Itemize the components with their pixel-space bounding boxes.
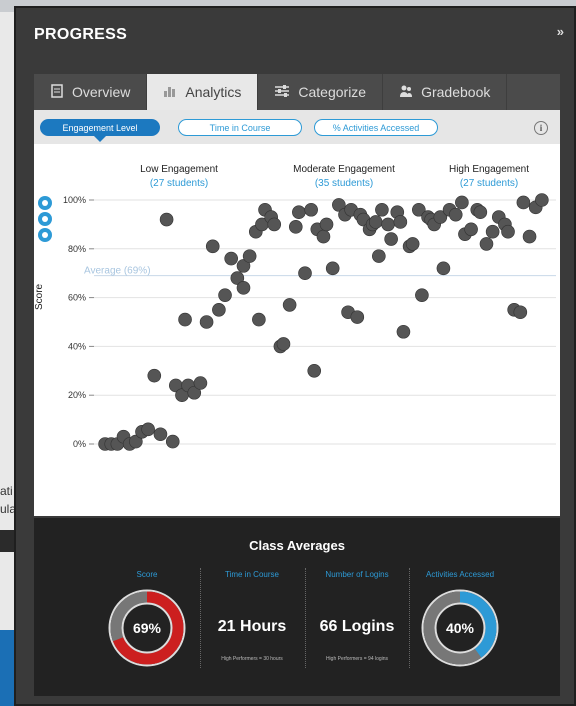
data-point (464, 222, 478, 237)
data-point (436, 261, 451, 276)
data-point (288, 220, 303, 234)
data-point (165, 434, 180, 449)
tab-label: Analytics (185, 84, 242, 100)
tab-bar: Overview Analytics Categorize Gradebook (34, 74, 560, 110)
data-point (282, 298, 297, 312)
data-point (375, 202, 389, 217)
data-point (473, 205, 488, 219)
data-point (368, 215, 383, 229)
data-point (212, 303, 226, 317)
people-icon (399, 84, 413, 101)
data-point (292, 205, 306, 219)
stat-subtext: High Performers = 94 logins (325, 656, 389, 662)
class-averages-title: Class Averages (249, 538, 345, 553)
data-point (276, 337, 291, 351)
analytics-content: Engagement Level Time in Course % Activi… (34, 110, 560, 516)
data-point (147, 368, 162, 383)
data-point (381, 217, 395, 232)
stat-time-in-course: Time in Course 21 Hours High Performers … (202, 564, 302, 676)
data-point (298, 266, 312, 280)
data-point (479, 237, 494, 251)
data-point (455, 195, 469, 210)
stat-heading: Activities Accessed (425, 570, 495, 579)
data-point (224, 251, 238, 266)
tab-categorize[interactable]: Categorize (258, 74, 384, 110)
data-point (384, 232, 398, 246)
donut-value-label: 69% (133, 620, 162, 636)
data-point (372, 249, 386, 263)
bar-chart-icon (163, 84, 177, 101)
data-point (316, 229, 331, 244)
tab-label: Overview (72, 84, 131, 100)
data-point (415, 288, 429, 302)
data-point (535, 193, 549, 207)
data-point (178, 312, 192, 327)
tab-label: Gradebook (421, 84, 491, 100)
stat-score: Score 69% (97, 564, 197, 676)
stat-subtext: High Performers = 30 hours (221, 656, 283, 662)
y-tick-label: 20% (68, 390, 86, 400)
scatter-chart: 0% 20% 40% 60% 80% 100% Average (69%) (63, 193, 556, 451)
data-point (193, 376, 208, 390)
data-point (485, 224, 500, 239)
data-point (350, 310, 365, 324)
activities-donut: 40% (421, 589, 499, 667)
data-point (304, 202, 318, 217)
data-point (141, 422, 155, 437)
stat-divider (200, 568, 201, 668)
data-point (252, 312, 266, 327)
data-point (267, 217, 282, 232)
tab-analytics[interactable]: Analytics (147, 74, 259, 110)
sliders-icon (274, 84, 290, 101)
data-point (448, 207, 463, 222)
stat-value: 21 Hours (217, 618, 287, 635)
book-icon (50, 83, 64, 101)
stat-logins: Number of Logins 66 Logins High Performe… (307, 564, 407, 676)
panel-header: PROGRESS » (16, 8, 574, 60)
data-point (319, 217, 334, 232)
data-point (199, 315, 214, 329)
stat-value: 66 Logins (319, 618, 395, 635)
tab-label: Categorize (298, 84, 367, 100)
donut-value-label: 40% (446, 620, 475, 636)
data-point (501, 224, 515, 239)
data-point (516, 195, 531, 210)
average-label: Average (69%) (84, 266, 151, 277)
data-point (205, 239, 220, 254)
data-point (513, 305, 528, 320)
stat-activities-accessed: Activities Accessed 40% (410, 564, 510, 676)
tab-overview[interactable]: Overview (34, 74, 148, 110)
progress-panel: PROGRESS » Overview Analytics Categorize (14, 6, 576, 706)
data-point (396, 324, 411, 339)
data-point (242, 249, 257, 263)
stat-divider (305, 568, 306, 668)
data-point (522, 229, 537, 244)
data-point (159, 212, 174, 227)
y-tick-label: 0% (73, 439, 86, 449)
stat-heading: Time in Course (225, 570, 279, 579)
y-tick-label: 40% (68, 341, 86, 351)
stat-heading: Score (136, 570, 158, 579)
data-point (218, 288, 232, 302)
data-point (307, 363, 322, 378)
data-point (153, 427, 168, 442)
data-point (393, 215, 408, 229)
data-point (405, 237, 420, 251)
data-point (236, 281, 251, 295)
tab-gradebook[interactable]: Gradebook (383, 74, 508, 110)
y-tick-label: 100% (63, 195, 86, 205)
double-chevron-right-icon[interactable]: » (557, 24, 564, 39)
y-tick-label: 80% (68, 244, 86, 254)
panel-title: PROGRESS (34, 26, 128, 43)
stat-heading: Number of Logins (325, 570, 389, 579)
score-donut: 69% (108, 589, 186, 667)
y-tick-label: 60% (68, 293, 86, 303)
data-point (325, 261, 340, 276)
class-averages-panel: Class Averages Score 69% Time in Course … (34, 518, 560, 696)
